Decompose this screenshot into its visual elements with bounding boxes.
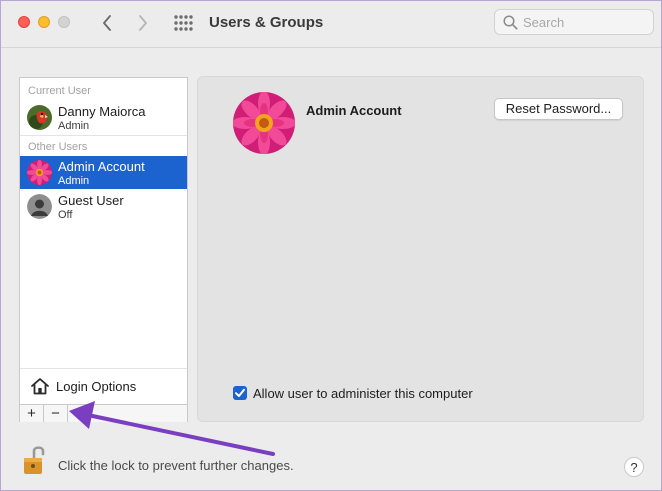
user-name: Danny Maiorca	[58, 104, 146, 119]
users-and-groups-window: Users & Groups Current User Danny Maiorc…	[0, 0, 662, 491]
allow-admin-label: Allow user to administer this computer	[253, 386, 473, 401]
account-name: Admin Account	[306, 103, 402, 118]
account-picture[interactable]	[233, 92, 295, 154]
users-sidebar: Current User Danny Maiorca Admin Other U…	[19, 77, 188, 422]
sidebar-footer: + −	[20, 404, 187, 422]
user-role: Admin	[58, 120, 90, 132]
help-button[interactable]: ?	[624, 457, 644, 477]
close-window-button[interactable]	[18, 16, 30, 28]
search-field[interactable]	[494, 9, 654, 35]
allow-admin-checkbox[interactable]	[233, 386, 247, 400]
user-name: Guest User	[58, 193, 124, 208]
back-button[interactable]	[97, 12, 117, 34]
user-row-admin-account[interactable]: Admin Account Admin	[20, 156, 187, 189]
search-input[interactable]	[523, 14, 643, 30]
search-icon	[503, 15, 518, 30]
user-avatar-parrot	[27, 105, 52, 130]
chevron-right-icon	[139, 15, 147, 31]
remove-user-button[interactable]: −	[44, 405, 68, 422]
user-name: Admin Account	[58, 159, 145, 174]
titlebar: Users & Groups	[1, 1, 661, 48]
zoom-window-button[interactable]	[58, 16, 70, 28]
show-all-button[interactable]	[173, 14, 193, 32]
user-row-danny-maiorca[interactable]: Danny Maiorca Admin	[20, 101, 187, 134]
current-user-section-label: Current User	[28, 85, 91, 97]
lock-status-text: Click the lock to prevent further change…	[58, 458, 294, 473]
user-role: Admin	[58, 175, 90, 187]
forward-button[interactable]	[133, 12, 153, 34]
user-row-guest-user[interactable]: Guest User Off	[20, 190, 187, 223]
add-user-button[interactable]: +	[20, 405, 44, 422]
other-users-section-label: Other Users	[28, 141, 88, 153]
login-options-item[interactable]: Login Options	[20, 368, 187, 405]
chevron-left-icon	[103, 15, 111, 31]
user-role: Off	[58, 209, 73, 221]
user-detail-panel: Admin Account Reset Password... Allow us…	[197, 76, 644, 422]
user-avatar-silhouette	[27, 194, 52, 219]
login-options-label: Login Options	[56, 379, 137, 394]
grid-icon	[174, 15, 193, 31]
section-divider	[20, 135, 187, 136]
lock-open-icon[interactable]	[21, 444, 47, 478]
minimize-window-button[interactable]	[38, 16, 50, 28]
checkmark-icon	[235, 388, 245, 397]
reset-password-button[interactable]: Reset Password...	[494, 98, 623, 120]
home-icon	[31, 378, 49, 395]
user-avatar-flower	[27, 160, 52, 185]
window-title: Users & Groups	[209, 14, 324, 31]
